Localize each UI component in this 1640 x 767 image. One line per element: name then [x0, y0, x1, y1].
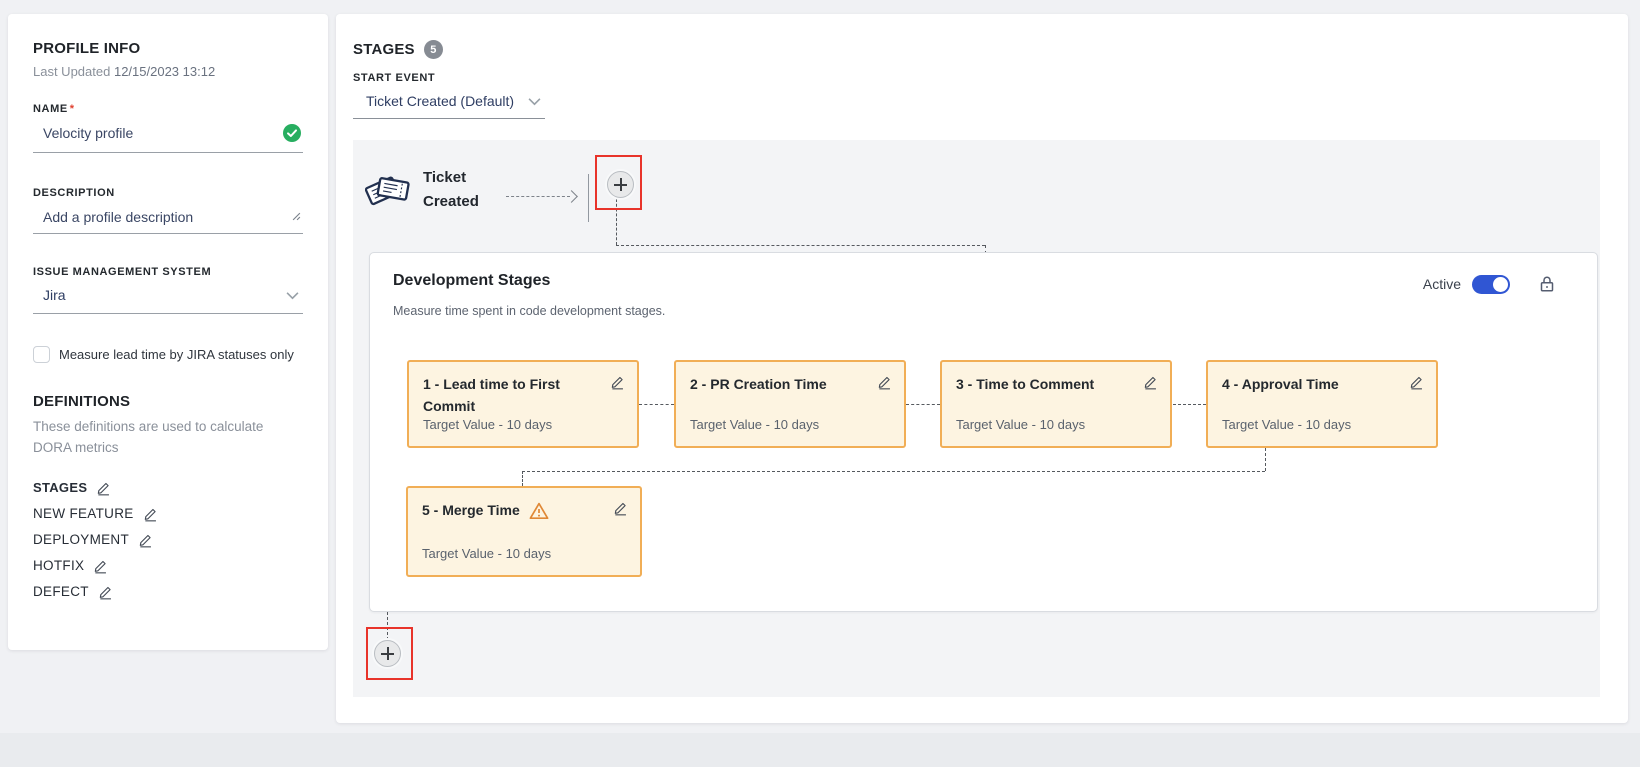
group-subtitle: Measure time spent in code development s… — [393, 304, 665, 318]
definition-row-hotfix: HOTFIX — [33, 553, 303, 579]
stage-target-value: Target Value - 10 days — [422, 546, 551, 561]
issue-system-value: Jira — [43, 287, 66, 303]
definition-label: DEPLOYMENT — [33, 532, 129, 547]
lead-time-checkbox-row: Measure lead time by JIRA statuses only — [33, 346, 303, 363]
stage-card-2[interactable]: 2 - PR Creation Time Target Value - 10 d… — [674, 360, 906, 448]
definition-row-deployment: DEPLOYMENT — [33, 527, 303, 553]
group-title: Development Stages — [393, 272, 550, 290]
edit-new-feature-button[interactable] — [143, 506, 158, 522]
name-input[interactable] — [43, 125, 263, 141]
connector-line — [616, 245, 985, 246]
start-event-label: START EVENT — [353, 72, 1628, 84]
profile-info-title: PROFILE INFO — [33, 40, 303, 57]
page-bottom-band — [0, 733, 1640, 767]
stages-header: STAGES 5 — [353, 40, 1628, 59]
definitions-list: STAGES NEW FEATURE DEPLOYMENT HOTFIX DEF… — [33, 475, 303, 605]
stages-panel: STAGES 5 START EVENT Ticket Created (Def… — [336, 14, 1628, 723]
edit-stage-2-button[interactable] — [877, 374, 892, 390]
insert-position-indicator — [588, 174, 589, 222]
start-event-select[interactable]: Ticket Created (Default) — [353, 93, 545, 119]
highlight-box-bottom — [366, 627, 413, 680]
stage-title: 3 - Time to Comment — [956, 374, 1156, 396]
definition-label: HOTFIX — [33, 558, 84, 573]
lead-time-checkbox-label[interactable]: Measure lead time by JIRA statuses only — [59, 347, 294, 362]
stages-title: STAGES — [353, 41, 415, 58]
stage-count-badge: 5 — [424, 40, 443, 59]
edit-deployment-button[interactable] — [138, 532, 153, 548]
active-toggle[interactable] — [1472, 275, 1510, 294]
definition-label: NEW FEATURE — [33, 506, 134, 521]
stage-card-3[interactable]: 3 - Time to Comment Target Value - 10 da… — [940, 360, 1172, 448]
stage-target-value: Target Value - 10 days — [690, 417, 819, 432]
chevron-down-icon — [286, 291, 299, 300]
stage-target-value: Target Value - 10 days — [956, 417, 1085, 432]
stage-card-4[interactable]: 4 - Approval Time Target Value - 10 days — [1206, 360, 1438, 448]
definition-row-defect: DEFECT — [33, 579, 303, 605]
profile-info-panel: PROFILE INFO Last Updated 12/15/2023 13:… — [8, 14, 328, 650]
issue-system-select[interactable]: Jira — [33, 287, 303, 314]
start-event-node: Ticket Created — [365, 166, 489, 214]
start-node-label: Ticket Created — [423, 166, 489, 214]
stage-card-1[interactable]: 1 - Lead time to First Commit Target Val… — [407, 360, 639, 448]
last-updated: Last Updated 12/15/2023 13:12 — [33, 64, 303, 79]
stage-title: 1 - Lead time to First Commit — [423, 374, 623, 417]
chevron-down-icon — [528, 97, 541, 106]
connector-line — [522, 471, 523, 486]
highlight-box-top — [595, 155, 642, 210]
description-field — [33, 208, 303, 234]
connector-line — [1173, 404, 1206, 405]
edit-stage-5-button[interactable] — [613, 500, 628, 516]
edit-defect-button[interactable] — [98, 584, 113, 600]
definitions-title: DEFINITIONS — [33, 393, 303, 410]
stage-card-5[interactable]: 5 - Merge Time Target Value - 10 days — [406, 486, 642, 577]
edit-hotfix-button[interactable] — [93, 558, 108, 574]
connector-line — [522, 471, 1265, 472]
warning-icon — [529, 501, 549, 521]
toggle-knob — [1493, 277, 1508, 292]
resize-handle-icon[interactable] — [292, 208, 301, 226]
edit-stage-3-button[interactable] — [1143, 374, 1158, 390]
check-circle-icon — [283, 124, 301, 142]
name-label-text: NAME — [33, 103, 68, 115]
definitions-subtitle: These definitions are used to calculate … — [33, 417, 289, 459]
definition-row-new-feature: NEW FEATURE — [33, 501, 303, 527]
issue-system-label: ISSUE MANAGEMENT SYSTEM — [33, 266, 303, 278]
description-input[interactable] — [43, 209, 263, 225]
lead-time-checkbox[interactable] — [33, 346, 50, 363]
name-field — [33, 124, 303, 153]
ticket-icon — [365, 166, 411, 214]
stage-title: 2 - PR Creation Time — [690, 374, 890, 396]
group-controls: Active — [1423, 274, 1557, 294]
connector-line — [906, 404, 940, 405]
workflow-canvas: Ticket Created Development Stages Measur… — [353, 140, 1600, 697]
edit-stage-1-button[interactable] — [610, 374, 625, 390]
edit-stages-button[interactable] — [96, 480, 111, 496]
definition-label: DEFECT — [33, 584, 89, 599]
stage-target-value: Target Value - 10 days — [423, 417, 552, 432]
connector-line — [639, 404, 674, 405]
start-event-value: Ticket Created (Default) — [366, 93, 514, 109]
active-toggle-label: Active — [1423, 276, 1461, 292]
edit-stage-4-button[interactable] — [1409, 374, 1424, 390]
name-label: NAME* — [33, 103, 303, 115]
required-asterisk: * — [70, 103, 75, 115]
start-connector-arrow — [506, 196, 570, 197]
connector-line — [1265, 448, 1266, 471]
lock-icon[interactable] — [1537, 274, 1557, 294]
stage-target-value: Target Value - 10 days — [1222, 417, 1351, 432]
last-updated-value: 12/15/2023 13:12 — [114, 64, 215, 79]
definition-label: STAGES — [33, 480, 87, 495]
definition-row-stages: STAGES — [33, 475, 303, 501]
stage-title: 4 - Approval Time — [1222, 374, 1422, 396]
stage-title: 5 - Merge Time — [422, 500, 520, 522]
description-label: DESCRIPTION — [33, 187, 303, 199]
development-stages-card: Development Stages Measure time spent in… — [369, 252, 1598, 612]
last-updated-label: Last Updated — [33, 64, 110, 79]
